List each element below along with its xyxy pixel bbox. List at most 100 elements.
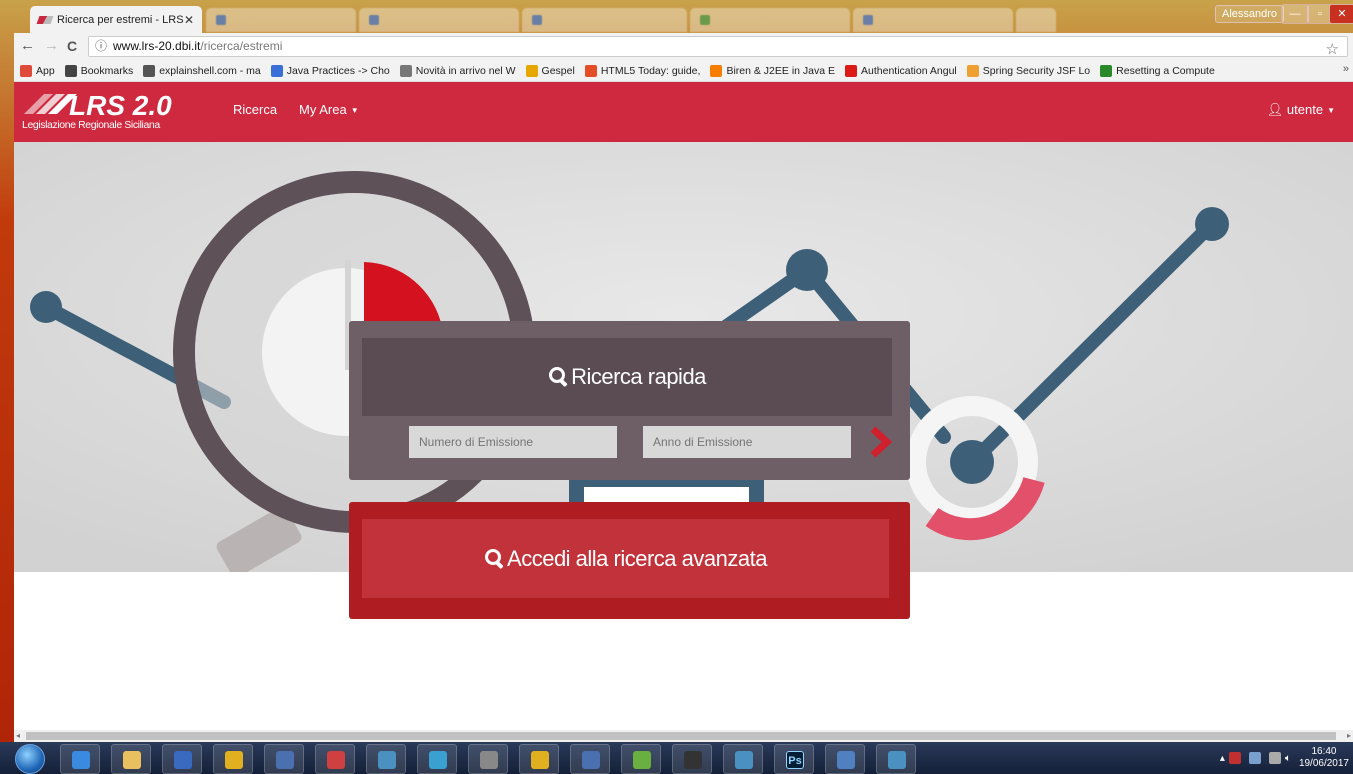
- scroll-right-icon[interactable]: ▸: [1347, 730, 1351, 742]
- bookmarks-bar: App Bookmarks explainshell.com - ma Java Pr…: [14, 60, 1353, 82]
- anno-emissione-input[interactable]: [643, 426, 851, 458]
- bookmarks-more-icon[interactable]: »: [1343, 63, 1349, 75]
- back-arrow-icon[interactable]: ←: [20, 38, 35, 54]
- tab-favicon-icon: [863, 15, 873, 25]
- app-icon: [327, 751, 345, 769]
- taskbar-item[interactable]: [264, 744, 304, 774]
- tab-background[interactable]: [359, 8, 519, 32]
- horizontal-scrollbar[interactable]: ◂ ▸: [14, 730, 1353, 742]
- nav-ricerca[interactable]: Ricerca: [233, 102, 277, 117]
- display-tray-icon[interactable]: [1268, 752, 1281, 764]
- clock[interactable]: 16:40 19/06/2017: [1299, 746, 1349, 770]
- window-icon: [378, 751, 396, 769]
- bookmark-item[interactable]: Biren & J2EE in Java E: [710, 64, 835, 77]
- bookmark-item[interactable]: Bookmarks: [64, 64, 134, 77]
- bookmark-item[interactable]: Spring Security JSF Lo: [966, 64, 1090, 77]
- gespel-icon: [525, 64, 538, 77]
- bookmark-label: explainshell.com - ma: [159, 64, 261, 77]
- network-icon: [429, 751, 447, 769]
- bookmark-label: HTML5 Today: guide,: [600, 64, 701, 77]
- close-tab-icon[interactable]: ✕: [184, 13, 194, 27]
- chevron-right-icon[interactable]: [865, 423, 895, 461]
- taskbar-item[interactable]: Ps: [774, 744, 814, 774]
- bookmark-label: Bookmarks: [80, 64, 134, 77]
- tab-favicon-icon: [700, 15, 710, 25]
- taskbar-item[interactable]: [162, 744, 202, 774]
- action-center-icon[interactable]: [1228, 752, 1241, 764]
- numero-emissione-input[interactable]: [409, 426, 617, 458]
- taskbar-item[interactable]: [315, 744, 355, 774]
- tab-background[interactable]: [853, 8, 1013, 32]
- bookmark-item[interactable]: Java Practices -> Cho: [270, 64, 390, 77]
- tab-active[interactable]: Ricerca per estremi - LRS ✕: [30, 6, 202, 33]
- taskbar-item[interactable]: [468, 744, 508, 774]
- new-tab-button[interactable]: [1016, 8, 1056, 32]
- minimize-icon[interactable]: —: [1281, 4, 1309, 24]
- scroll-left-icon[interactable]: ◂: [16, 730, 20, 742]
- brand-logo[interactable]: LRS 2.0 Legislazione Regionale Siciliana: [22, 88, 182, 134]
- taskbar-item[interactable]: [723, 744, 763, 774]
- reset-icon: [1100, 64, 1113, 77]
- bookmark-item[interactable]: Gespel: [525, 64, 575, 77]
- clock-date: 19/06/2017: [1298, 758, 1349, 769]
- caret-down-icon: ▼: [1327, 106, 1335, 116]
- network-tray-icon[interactable]: [1248, 752, 1261, 764]
- taskbar-item[interactable]: [876, 744, 916, 774]
- bookmark-item[interactable]: Resetting a Compute: [1100, 64, 1215, 77]
- address-bar[interactable]: ⓘ www.lrs-20.dbi.it/ricerca/estremi ☆: [88, 36, 1348, 59]
- caret-down-icon: ▼: [350, 106, 359, 116]
- tab-bar: Ricerca per estremi - LRS ✕: [14, 0, 1353, 33]
- bookmark-item[interactable]: explainshell.com - ma: [143, 64, 261, 77]
- bookmark-item[interactable]: HTML5 Today: guide,: [584, 64, 701, 77]
- window-user-badge[interactable]: Alessandro: [1215, 5, 1285, 23]
- nav-my-area[interactable]: My Area ▼: [299, 102, 359, 117]
- html5-icon: [584, 64, 597, 77]
- taskbar-item[interactable]: [570, 744, 610, 774]
- quick-search-label: Ricerca rapida: [571, 364, 706, 389]
- taskbar-item[interactable]: [213, 744, 253, 774]
- forward-arrow-icon[interactable]: →: [44, 38, 59, 54]
- tab-title: Ricerca per estremi - LRS: [57, 13, 184, 26]
- evernote-icon: [633, 751, 651, 769]
- bookmark-item[interactable]: Novità in arrivo nel W: [399, 64, 516, 77]
- scrollbar-thumb[interactable]: [26, 732, 1336, 740]
- bookmark-item[interactable]: App: [20, 64, 55, 77]
- taskbar-item[interactable]: [60, 744, 100, 774]
- bookmark-label: Gespel: [541, 64, 575, 77]
- taskbar-item[interactable]: [672, 744, 712, 774]
- url-path: /ricerca/estremi: [200, 39, 283, 53]
- clock-time: 16:40: [1311, 746, 1337, 757]
- tray-expand-icon[interactable]: ▴: [1220, 753, 1225, 764]
- nav-my-area-label: My Area: [299, 102, 347, 117]
- taskbar-item[interactable]: [366, 744, 406, 774]
- tab-background[interactable]: [206, 8, 356, 32]
- window-icon: [735, 751, 753, 769]
- advanced-search-button[interactable]: Accedi alla ricerca avanzata: [362, 519, 889, 598]
- taskbar-item[interactable]: [621, 744, 661, 774]
- search-icon: [484, 548, 504, 568]
- taskbar-item[interactable]: [519, 744, 559, 774]
- taskbar-item[interactable]: [417, 744, 457, 774]
- explorer-icon: [123, 751, 141, 769]
- tab-background[interactable]: [690, 8, 850, 32]
- bookmark-star-icon[interactable]: ☆: [1326, 40, 1339, 59]
- info-icon[interactable]: ⓘ: [95, 39, 107, 53]
- start-button[interactable]: [15, 744, 45, 774]
- media-icon: [174, 751, 192, 769]
- volume-icon[interactable]: 🔈︎: [1285, 753, 1291, 764]
- bookmark-label: Resetting a Compute: [1116, 64, 1215, 77]
- taskbar-item[interactable]: [111, 744, 151, 774]
- hw-icon: [399, 64, 412, 77]
- tab-favicon-icon: [532, 15, 542, 25]
- reload-icon[interactable]: C: [67, 38, 77, 54]
- terminal-icon: [684, 751, 702, 769]
- tab-favicon-icon: [216, 15, 226, 25]
- blogger-icon: [710, 64, 723, 77]
- close-window-icon[interactable]: ✕: [1329, 4, 1353, 24]
- advanced-search-label: Accedi alla ricerca avanzata: [507, 546, 767, 571]
- taskbar-item[interactable]: [825, 744, 865, 774]
- bookmark-item[interactable]: Authentication Angul: [845, 64, 957, 77]
- nav-user-menu[interactable]: 👤︎ utente ▼: [1267, 102, 1335, 118]
- tab-background[interactable]: [522, 8, 687, 32]
- advanced-search-panel: Accedi alla ricerca avanzata: [349, 502, 910, 619]
